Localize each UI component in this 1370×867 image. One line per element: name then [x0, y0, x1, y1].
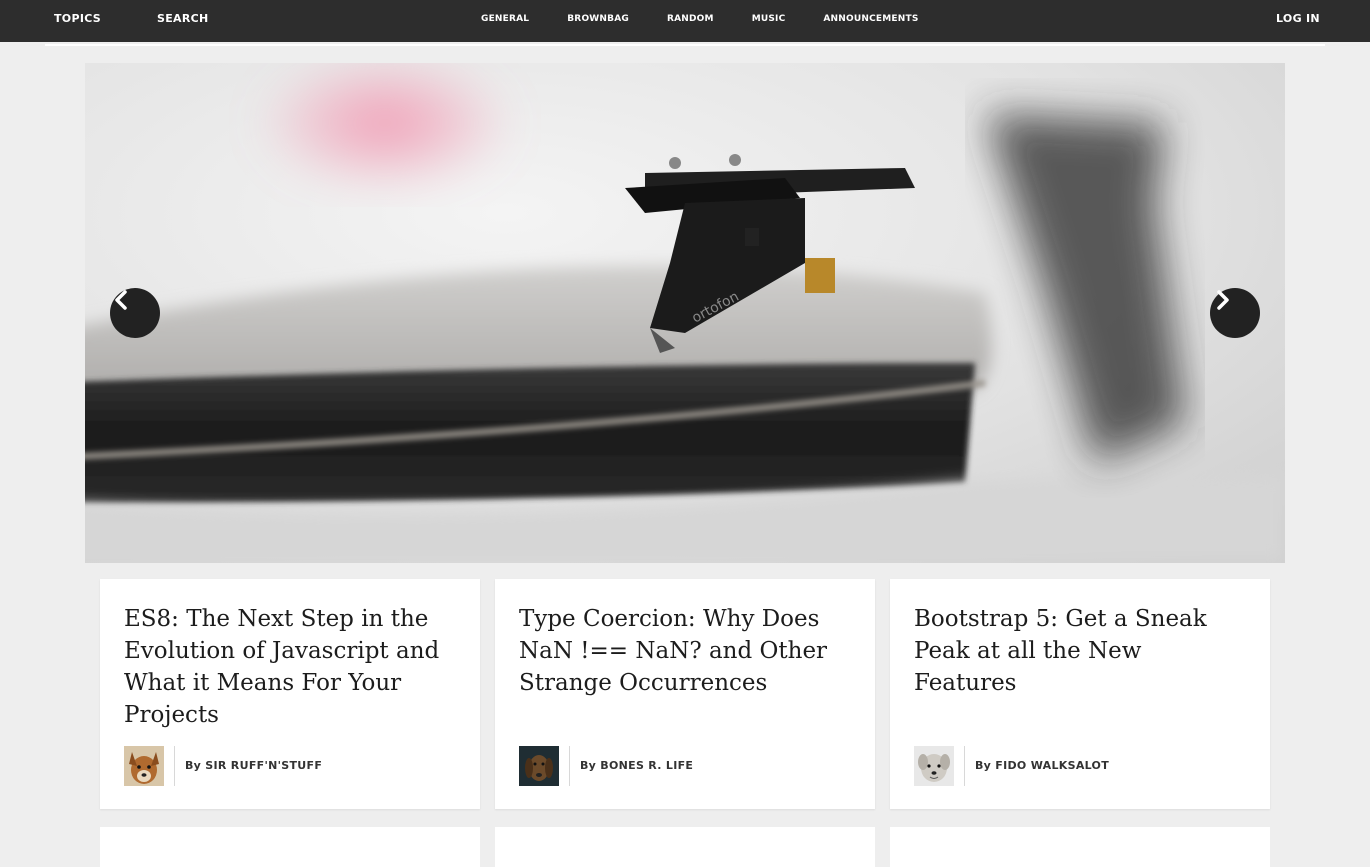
nav-random[interactable]: RANDOM	[667, 14, 714, 24]
article-card[interactable]: Type Coercion: Why Does NaN !== NaN? and…	[495, 579, 875, 809]
author-name[interactable]: SIR RUFF'N'STUFF	[205, 759, 322, 772]
chevron-left-icon	[115, 290, 127, 310]
carousel-prev-button[interactable]	[110, 288, 160, 338]
carousel-next-button[interactable]	[1210, 288, 1260, 338]
chevron-right-icon	[1217, 290, 1229, 310]
author-line: By BONES R. LIFE	[580, 759, 693, 772]
author-avatar	[519, 746, 559, 786]
article-title[interactable]: Type Coercion: Why Does NaN !== NaN? and…	[519, 603, 854, 699]
article-card-partial[interactable]	[100, 827, 480, 867]
login-link[interactable]: LOG IN	[1276, 12, 1320, 25]
article-card[interactable]: ES8: The Next Step in the Evolution of J…	[100, 579, 480, 809]
category-nav: GENERAL BROWNBAG RANDOM MUSIC ANNOUNCEME…	[481, 14, 957, 24]
search-link[interactable]: SEARCH	[157, 12, 209, 25]
article-card-partial[interactable]	[495, 827, 875, 867]
author-name[interactable]: FIDO WALKSALOT	[995, 759, 1109, 772]
author-name[interactable]: BONES R. LIFE	[600, 759, 693, 772]
article-card[interactable]: Bootstrap 5: Get a Sneak Peak at all the…	[890, 579, 1270, 809]
nav-announcements[interactable]: ANNOUNCEMENTS	[823, 14, 918, 24]
nav-general[interactable]: GENERAL	[481, 14, 529, 24]
topics-link[interactable]: TOPICS	[54, 12, 101, 25]
article-title[interactable]: ES8: The Next Step in the Evolution of J…	[124, 603, 459, 731]
nav-brownbag[interactable]: BROWNBAG	[567, 14, 629, 24]
turntable-image: ortofon	[85, 63, 1285, 563]
article-card-partial[interactable]	[890, 827, 1270, 867]
hero-carousel[interactable]: ortofon	[85, 63, 1285, 563]
article-title[interactable]: Bootstrap 5: Get a Sneak Peak at all the…	[914, 603, 1249, 699]
author-line: By FIDO WALKSALOT	[975, 759, 1109, 772]
author-divider	[964, 746, 965, 786]
author-prefix: By	[580, 759, 597, 772]
top-navbar: TOPICS SEARCH GENERAL BROWNBAG RANDOM MU…	[0, 0, 1370, 42]
nav-music[interactable]: MUSIC	[752, 14, 786, 24]
nav-divider	[45, 44, 1325, 46]
author-divider	[569, 746, 570, 786]
author-divider	[174, 746, 175, 786]
author-prefix: By	[185, 759, 202, 772]
author-avatar	[124, 746, 164, 786]
author-avatar	[914, 746, 954, 786]
author-prefix: By	[975, 759, 992, 772]
author-line: By SIR RUFF'N'STUFF	[185, 759, 322, 772]
